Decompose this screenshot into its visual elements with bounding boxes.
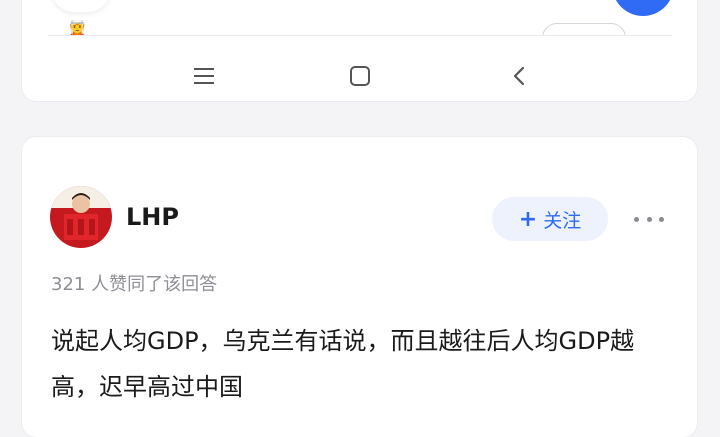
system-navigation-bar: [22, 56, 697, 96]
follow-button[interactable]: + 关注: [492, 197, 608, 241]
author-name[interactable]: LHP: [126, 203, 179, 231]
likes-count: 321 人赞同了该回答: [51, 274, 218, 295]
follow-label: 关注: [543, 209, 582, 232]
more-options-icon[interactable]: [634, 209, 664, 229]
divider: [48, 35, 672, 36]
home-icon[interactable]: [348, 64, 372, 88]
author-avatar[interactable]: [50, 186, 112, 248]
previous-follow-button[interactable]: [542, 23, 626, 35]
plus-icon: +: [518, 206, 538, 232]
back-icon[interactable]: [507, 64, 531, 88]
elf-avatar-icon: 🧝: [66, 20, 89, 35]
answer-content[interactable]: 说起人均GDP，乌克兰有话说，而且越往后人均GDP越高，迟早高过中国: [51, 318, 671, 410]
menu-icon[interactable]: [192, 64, 216, 88]
previous-answer-clipped-row: 🧝: [60, 20, 660, 35]
